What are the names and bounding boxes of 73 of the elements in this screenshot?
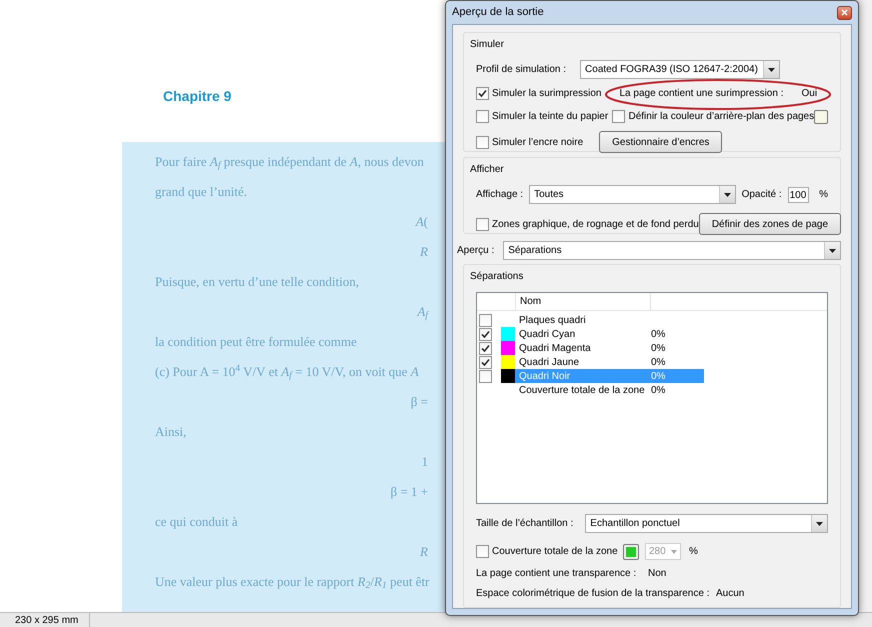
- formula-text: A(: [416, 214, 429, 230]
- info-value: Oui: [801, 87, 818, 101]
- formula-text: β =: [410, 394, 429, 410]
- info-label: La page contient une transparence :: [476, 567, 638, 581]
- checkbox-label: Simuler la teinte du papier: [492, 110, 608, 124]
- checkbox[interactable]: [476, 136, 489, 148]
- checkbox[interactable]: [478, 370, 492, 382]
- list-row[interactable]: Quadri Cyan 0%: [515, 327, 704, 341]
- close-icon: [841, 9, 848, 16]
- checkbox[interactable]: [478, 328, 492, 340]
- caret-icon: [768, 68, 776, 72]
- caret-icon: [671, 550, 677, 554]
- formula-text: R: [420, 244, 429, 260]
- paragraph-text: Ainsi,: [155, 424, 188, 440]
- dropdown[interactable]: Coated FOGRA39 (ISO 12647-2:2004): [580, 60, 780, 79]
- caret-icon: [829, 248, 836, 252]
- list-row[interactable]: Quadri Magenta 0%: [515, 341, 704, 355]
- window-title: Aperçu de la sortie: [452, 5, 544, 20]
- list-row[interactable]: Plaques quadri: [515, 313, 704, 327]
- caret-icon: [724, 192, 731, 196]
- checkbox[interactable]: [478, 314, 492, 326]
- checkbox-label: Simuler la surimpression: [492, 87, 602, 101]
- formula-text: β = 1 +: [390, 484, 429, 500]
- color-swatch-button[interactable]: [623, 544, 639, 560]
- checkmark-icon: [478, 89, 487, 98]
- dialog-button[interactable]: Gestionnaire d’encres: [599, 131, 722, 153]
- group-title: Séparations: [470, 270, 524, 284]
- checkbox-label: Zones graphique, de rognage et de fond perdu: [492, 218, 699, 232]
- field-label: Taille de l’échantillon :: [476, 517, 574, 531]
- field-label: Affichage :: [476, 188, 524, 202]
- dropdown[interactable]: Toutes: [529, 185, 736, 204]
- paragraph-text: Une valeur plus exacte pour le rapport R$_{2}$/R$_{1}$ peut êtr: [155, 574, 430, 590]
- column-header[interactable]: Nom: [515, 293, 651, 310]
- paragraph-text: Pour faire A$_{f}$ presque indépendant de A, nous devon: [155, 154, 425, 170]
- dropdown[interactable]: Séparations: [503, 241, 841, 260]
- color-swatch-button[interactable]: [814, 110, 828, 124]
- field-label: Profil de simulation :: [476, 63, 566, 77]
- info-label: Espace colorimétrique de fusion de la transparence :: [476, 587, 710, 601]
- checkbox[interactable]: [478, 356, 492, 368]
- dialog-button[interactable]: Définir des zones de page: [698, 213, 842, 235]
- checkbox[interactable]: [476, 218, 489, 230]
- close-button[interactable]: [837, 6, 852, 20]
- formula-text: 1: [422, 454, 429, 470]
- unit-label: %: [819, 188, 828, 202]
- paragraph-text: la condition peut être formulée comme: [155, 334, 358, 350]
- group-title: Afficher: [470, 163, 505, 177]
- dropdown[interactable]: Echantillon ponctuel: [585, 514, 828, 533]
- info-value: Non: [648, 567, 666, 581]
- list-row[interactable]: Couverture totale de la zone 0%: [515, 383, 704, 397]
- field-label: Aperçu :: [457, 244, 494, 258]
- page-size-text: 230 x 295 mm: [0, 612, 90, 627]
- caret-icon: [816, 522, 823, 526]
- opacity-field[interactable]: 100: [788, 186, 810, 202]
- paragraph-text: grand que l’unité.: [155, 184, 248, 200]
- info-value: Aucun: [716, 587, 744, 601]
- chapter-heading: Chapitre 9: [163, 87, 232, 106]
- formula-text: A$_{f}$: [417, 304, 430, 320]
- paragraph-text: ce qui conduit à: [155, 514, 239, 530]
- formula-text: R: [420, 544, 429, 560]
- field-label: Opacité :: [742, 188, 782, 202]
- info-label: La page contient une surimpression :: [619, 87, 784, 101]
- checkbox-label: Simuler l’encre noire: [492, 136, 584, 150]
- group-title: Simuler: [470, 38, 505, 52]
- checkbox-label: Définir la couleur d’arrière-plan des pages: [628, 110, 814, 124]
- paragraph-text: (c) Pour A = 10$^{4}$ V/V et A$_{f}$ = 10 V/V, on voit que A: [155, 364, 420, 380]
- checkbox[interactable]: [476, 87, 489, 100]
- unit-label: %: [689, 545, 698, 559]
- checkbox[interactable]: [478, 342, 492, 354]
- checkbox[interactable]: [476, 110, 489, 123]
- paragraph-text: Puisque, en vertu d’une telle condition,: [155, 274, 360, 290]
- list-row[interactable]: Quadri Jaune 0%: [515, 355, 704, 369]
- checkbox[interactable]: [612, 110, 626, 123]
- checkbox-label: Couverture totale de la zone: [492, 545, 618, 559]
